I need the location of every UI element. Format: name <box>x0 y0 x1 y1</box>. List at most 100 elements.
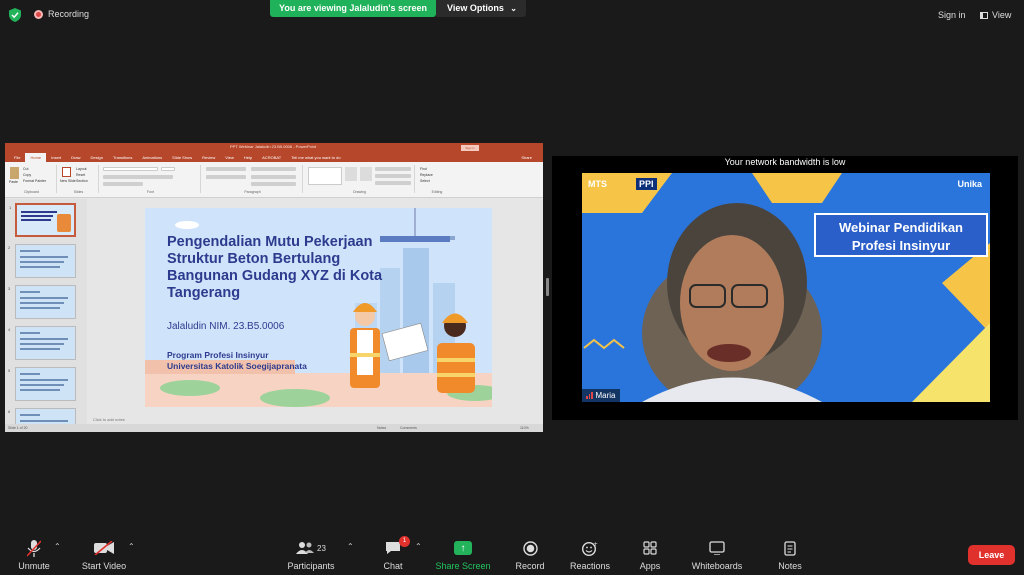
shape-outline-button[interactable] <box>375 174 411 178</box>
participants-options-caret[interactable]: ⌃ <box>347 542 354 551</box>
ribbon-tab[interactable]: Review <box>197 153 220 162</box>
ribbon-group-label: Drawing <box>353 190 366 194</box>
security-shield-icon[interactable] <box>9 8 21 22</box>
ribbon-tab[interactable]: Design <box>85 153 107 162</box>
slide-thumbnails-pane[interactable]: 1 2 3 4 5 6 <box>5 199 87 432</box>
webinar-banner: Webinar Pendidikan Profesi Insinyur <box>814 213 988 257</box>
slide-program: Program Profesi Insinyur Universitas Kat… <box>167 350 307 372</box>
layout-button[interactable]: Layout <box>76 167 87 171</box>
view-options-button[interactable]: View Options ⌄ <box>436 0 526 17</box>
zoom-level[interactable]: 110% <box>520 426 529 430</box>
ribbon-group-editing: Find Replace Select Editing <box>417 165 457 194</box>
ribbon-group-label: Clipboard <box>24 190 39 194</box>
audio-options-caret[interactable]: ⌃ <box>54 542 61 551</box>
thumbnail-number: 2 <box>8 245 11 250</box>
slide-thumbnail[interactable]: 2 <box>8 244 76 278</box>
copy-button[interactable]: Copy <box>23 173 31 177</box>
recording-indicator[interactable]: Recording <box>34 9 89 19</box>
split-view-handle[interactable] <box>546 278 549 296</box>
font-color-buttons[interactable] <box>103 182 143 186</box>
whiteboards-button[interactable]: Whiteboards <box>681 539 753 571</box>
paste-icon[interactable] <box>10 167 19 179</box>
chat-label: Chat <box>383 561 403 571</box>
bandwidth-notice: Your network bandwidth is low <box>724 157 846 167</box>
ribbon-tab-home[interactable]: Home <box>25 153 47 162</box>
font-format-buttons[interactable] <box>103 175 173 179</box>
comments-toggle-button[interactable]: Comments <box>400 426 417 430</box>
notes-placeholder[interactable]: Click to add notes <box>93 417 125 422</box>
ribbon-group-label: Font <box>146 190 154 194</box>
ribbon-tab[interactable]: Animations <box>137 153 167 162</box>
ribbon-tab[interactable]: Help <box>239 153 257 162</box>
powerpoint-status-bar: Slide 1 of 20 Notes Comments 110% <box>5 424 543 432</box>
ribbon-tab[interactable]: Insert <box>46 153 66 162</box>
webinar-banner-line: Webinar Pendidikan <box>838 220 963 235</box>
notes-icon <box>784 540 796 556</box>
view-options-label: View Options <box>447 3 504 13</box>
format-painter-button[interactable]: Format Painter <box>23 179 46 183</box>
font-size-select[interactable] <box>161 167 175 171</box>
main-slide[interactable]: Pengendalian Mutu Pekerjaan Struktur Bet… <box>145 208 492 407</box>
shape-fill-button[interactable] <box>375 167 411 171</box>
thumbnail-number: 4 <box>8 327 11 332</box>
slide-thumbnail[interactable]: 3 <box>8 285 76 319</box>
notes-button[interactable]: Notes <box>754 539 826 571</box>
new-slide-button[interactable]: New Slide <box>60 179 76 183</box>
quick-styles-button[interactable] <box>360 167 372 181</box>
slide-thumbnail[interactable]: 4 <box>8 326 76 360</box>
ribbon-tab[interactable]: View <box>220 153 239 162</box>
font-name-select[interactable] <box>103 167 158 171</box>
chat-options-caret[interactable]: ⌃ <box>415 542 422 551</box>
select-button[interactable]: Select <box>420 179 430 183</box>
replace-button[interactable]: Replace <box>420 173 433 177</box>
webinar-banner-line: Profesi Insinyur <box>851 238 951 253</box>
share-button[interactable]: Share <box>516 153 537 162</box>
ribbon-tab[interactable]: ACROBAT <box>257 153 286 162</box>
align-text-button[interactable] <box>251 175 296 179</box>
participant-name-tag: Maria <box>582 389 620 402</box>
slide-thumbnail[interactable]: 5 <box>8 367 76 401</box>
ribbon-group-paragraph: Paragraph <box>203 165 303 194</box>
powerpoint-window-title: PPT Webinar Jalaludin 23.B5.0006 - Power… <box>230 144 317 149</box>
ribbon-tab[interactable]: Draw <box>66 153 85 162</box>
share-screen-button[interactable]: ↑ Share Screen <box>427 539 499 571</box>
recording-label: Recording <box>48 9 90 19</box>
shapes-gallery[interactable] <box>308 167 342 185</box>
shape-effects-button[interactable] <box>375 181 411 185</box>
ribbon-tab[interactable]: Transitions <box>108 153 137 162</box>
powerpoint-body: 1 2 3 4 5 6 Pengendalian Mutu Pekerjaan … <box>5 199 543 432</box>
slide-thumbnail[interactable]: 1 <box>9 203 76 237</box>
leave-button[interactable]: Leave <box>968 545 1015 565</box>
apps-label: Apps <box>639 561 661 571</box>
smartart-button[interactable] <box>251 182 296 186</box>
align-buttons[interactable] <box>206 175 246 179</box>
top-bar: Recording You are viewing Jalaludin's sc… <box>0 0 1024 30</box>
participants-count: 23 <box>317 543 326 553</box>
sign-in-link[interactable]: Sign in <box>938 10 966 20</box>
tell-me-search[interactable]: Tell me what you want to do <box>286 153 345 162</box>
paste-label[interactable]: Paste <box>9 180 18 184</box>
chevron-down-icon: ⌄ <box>510 4 517 13</box>
section-button[interactable]: Section <box>76 179 88 183</box>
ribbon-tab[interactable]: File <box>9 153 25 162</box>
find-button[interactable]: Find <box>420 167 427 171</box>
meeting-toolbar: Unmute ⌃ Start Video ⌃ 23 Participants ⌃ <box>0 532 1024 575</box>
ribbon-group-clipboard: Paste Cut Copy Format Painter Clipboard <box>7 165 57 194</box>
notes-toggle-button[interactable]: Notes <box>377 426 386 430</box>
ribbon-group-slides: New Slide Layout Reset Section Slides <box>59 165 99 194</box>
view-button[interactable]: View <box>980 10 1011 20</box>
new-slide-icon[interactable] <box>62 167 71 177</box>
video-camera-off-icon <box>94 541 114 555</box>
participants-button[interactable]: 23 Participants <box>275 539 347 571</box>
list-buttons[interactable] <box>206 167 246 171</box>
shared-screen-powerpoint[interactable]: PPT Webinar Jalaludin 23.B5.0006 - Power… <box>5 143 543 432</box>
cut-button[interactable]: Cut <box>23 167 28 171</box>
reset-button[interactable]: Reset <box>76 173 85 177</box>
ribbon-tab[interactable]: Slide Show <box>167 153 197 162</box>
arrange-button[interactable] <box>345 167 357 181</box>
powerpoint-sign-in-button[interactable]: Sign in <box>461 145 479 151</box>
participant-video-panel[interactable]: Your network bandwidth is low MTS PPI Un… <box>552 156 1018 420</box>
apps-button[interactable]: Apps <box>614 539 686 571</box>
video-options-caret[interactable]: ⌃ <box>128 542 135 551</box>
text-direction-button[interactable] <box>251 167 296 171</box>
